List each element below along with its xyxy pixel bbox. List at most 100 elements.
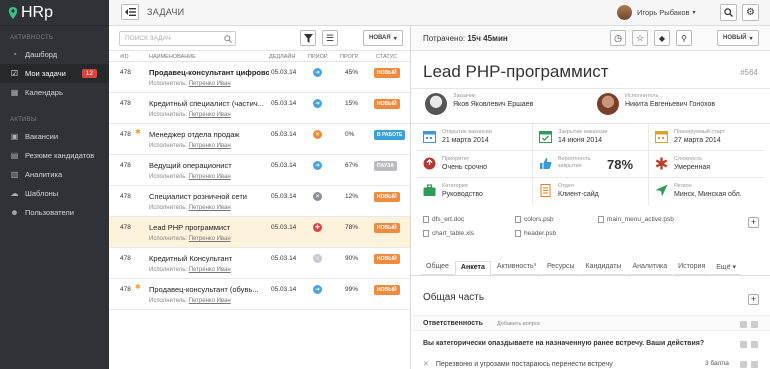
add-section-button[interactable]: +	[748, 294, 759, 305]
add-question-link[interactable]: Добавить вопрос	[497, 321, 541, 327]
tab-general[interactable]: Общее	[421, 261, 454, 275]
status-dropdown[interactable]: НОВЫЙ ▾	[717, 30, 759, 46]
tab-resources[interactable]: Ресурсы	[541, 261, 580, 275]
priority-icon: ✚	[313, 223, 322, 232]
col-name[interactable]: НАИМЕНОВАНИЕ	[149, 54, 196, 60]
file-icon	[423, 230, 429, 237]
tab-questionnaire[interactable]: Анкета	[454, 261, 491, 275]
tab-history[interactable]: История	[673, 261, 711, 275]
plus-icon: +	[750, 294, 757, 304]
delete-icon[interactable]	[751, 321, 758, 328]
task-name: Кредитный специалист (частич...	[149, 99, 264, 108]
sidebar-item-vacancies[interactable]: ▣ Вакансии	[0, 127, 109, 146]
executor-link[interactable]: Петренко Иван	[189, 205, 231, 211]
list-icon: ☰	[325, 32, 335, 43]
list-view-button[interactable]: ☰	[322, 30, 338, 46]
asterisk-icon	[655, 157, 668, 170]
filter-button[interactable]	[300, 30, 316, 46]
executor-link[interactable]: Петренко Иван	[189, 298, 231, 304]
menu-toggle-button[interactable]	[121, 4, 139, 20]
tab-divider	[411, 275, 770, 276]
delete-icon[interactable]	[751, 341, 758, 348]
edit-icon[interactable]	[740, 361, 747, 368]
file-link[interactable]: dfs_ert.doc	[423, 216, 464, 223]
table-row[interactable]: 478 Продавец-консультант цифрово... Исполн…	[109, 62, 410, 93]
col-progress[interactable]: ПРОГР.	[340, 54, 359, 60]
status-badge: ПАУЗА	[374, 161, 397, 171]
briefcase-icon: ▣	[10, 132, 19, 141]
table-row[interactable]: 478 Ведущий операционист Исполнитель: Петр…	[109, 155, 410, 186]
search-icon	[724, 8, 733, 17]
sort-label: НОВАЯ	[369, 35, 391, 41]
sidebar-item-my-tasks[interactable]: ☑ Мои задачи 12	[0, 64, 109, 83]
file-link[interactable]: colors.psb	[515, 216, 554, 223]
app-logo[interactable]: HRp	[0, 0, 109, 26]
location-pin-icon	[8, 6, 18, 19]
tab-candidates[interactable]: Кандидаты	[580, 261, 627, 275]
tag-button[interactable]: ◆	[654, 30, 670, 46]
file-link[interactable]: header.psb	[515, 230, 556, 237]
close-icon[interactable]: ✕	[423, 361, 429, 368]
delete-icon[interactable]	[751, 361, 758, 368]
customer: Заказчик Яков Яковлевич Ершаев	[425, 93, 533, 115]
sidebar-item-calendar[interactable]: ▦ Календарь	[0, 83, 109, 102]
executor-link[interactable]: Петренко Иван	[189, 236, 231, 242]
file-link[interactable]: main_menu_active.psb	[598, 216, 674, 223]
executor-prefix: Исполнитель:	[149, 143, 188, 149]
col-id[interactable]: #ID	[120, 54, 129, 60]
task-executor: Исполнитель: Петренко Иван	[149, 143, 231, 149]
search-input[interactable]: ПОИСК ЗАДАЧ	[119, 31, 236, 46]
tab-analytics[interactable]: Аналитика	[627, 261, 673, 275]
executor-link[interactable]: Петренко Иван	[189, 174, 231, 180]
executor-link[interactable]: Петренко Иван	[189, 81, 231, 87]
attach-button[interactable]: ⚲	[676, 30, 692, 46]
user-menu[interactable]: Игорь Рыбаков ▾	[617, 5, 696, 20]
task-detail-pane: Потрачено: 15ч 45мин ◷ ☆ ◆ ⚲ НОВЫЙ ▾ Lea…	[411, 26, 770, 369]
edit-icon[interactable]	[740, 321, 747, 328]
chevron-down-icon: ▾	[393, 35, 397, 42]
sidebar-item-users[interactable]: ☻ Пользователи	[0, 203, 109, 222]
sidebar-item-dashboard[interactable]: ◔ Дашборд	[0, 45, 109, 64]
field-department: Отдел Клиент-сайд	[533, 178, 649, 205]
table-row[interactable]: 478 ✱ Продавец-консультант (обувь... Исполн…	[109, 279, 410, 310]
resume-icon: ▤	[10, 151, 19, 160]
tab-activity[interactable]: Активность³	[491, 261, 541, 275]
executor-link[interactable]: Петренко Иван	[189, 267, 231, 273]
sidebar-item-analytics[interactable]: ▥ Аналитика	[0, 165, 109, 184]
tab-more[interactable]: Ещё ▾	[711, 261, 742, 275]
task-progress: 15%	[345, 100, 359, 107]
table-row[interactable]: 478 ✱ Менеджер отдела продаж Исполнитель: П…	[109, 124, 410, 155]
favorite-button[interactable]: ☆	[632, 30, 648, 46]
chevron-down-icon: ▾	[749, 35, 753, 42]
search-button[interactable]	[720, 4, 737, 21]
table-row[interactable]: 478 Специалист розничной сети Исполнитель:…	[109, 186, 410, 217]
executor-link[interactable]: Петренко Иван	[189, 112, 231, 118]
task-rows: 478 Продавец-консультант цифрово... Исполн…	[109, 62, 410, 310]
executor-prefix: Исполнитель:	[149, 174, 188, 180]
edit-icon[interactable]	[740, 341, 747, 348]
timer-button[interactable]: ◷	[610, 30, 626, 46]
field-label: Сложность	[674, 156, 703, 162]
field-label: Открытие вакансии	[442, 129, 492, 135]
status-badge: НОВЫЙ	[374, 99, 400, 109]
file-link[interactable]: chart_table.xls	[423, 230, 474, 237]
col-status[interactable]: СТАТУС	[376, 54, 397, 60]
star-icon[interactable]: ✱	[135, 283, 141, 291]
sort-dropdown[interactable]: НОВАЯ ▾	[363, 30, 403, 46]
col-priority[interactable]: ПРИОР.	[308, 54, 328, 60]
settings-button[interactable]: ⚙	[742, 4, 759, 21]
col-deadline[interactable]: ДЕДЛАЙН	[269, 54, 295, 60]
table-row[interactable]: 478 Кредитный Консультант Исполнитель: Пет…	[109, 248, 410, 279]
task-executor: Исполнитель: Петренко Иван	[149, 81, 231, 87]
table-row[interactable]: 478 Кредитный специалист (частич... Исполн…	[109, 93, 410, 124]
status-badge: В РАБОТЕ	[374, 130, 406, 140]
add-file-button[interactable]: +	[748, 217, 759, 228]
star-icon[interactable]: ✱	[135, 128, 141, 136]
executor-link[interactable]: Петренко Иван	[189, 143, 231, 149]
sidebar-item-resumes[interactable]: ▤ Резюме кандидатов	[0, 146, 109, 165]
table-row[interactable]: 478 Lead PHP программист Исполнитель: Петр…	[109, 217, 410, 248]
file-name: main_menu_active.psb	[607, 216, 674, 223]
sidebar-item-label: Вакансии	[25, 132, 59, 141]
sidebar-section-assets: АКТИВЫ	[10, 117, 37, 123]
sidebar-item-templates[interactable]: ☁ Шаблоны	[0, 184, 109, 203]
